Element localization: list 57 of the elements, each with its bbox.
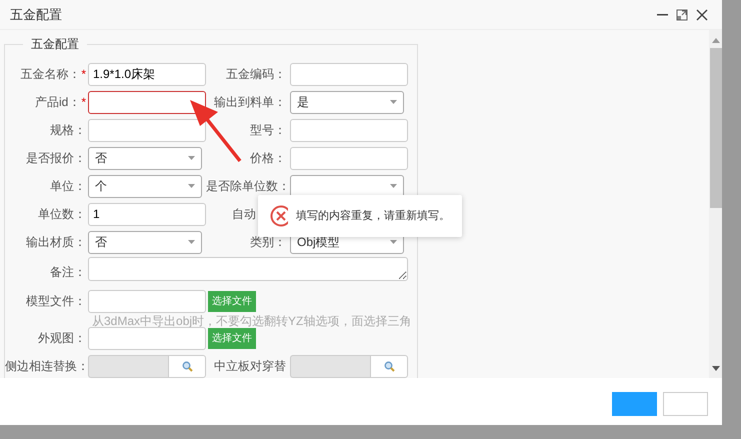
field-label: 输出材质： — [26, 235, 86, 249]
text-field[interactable] — [88, 90, 206, 114]
field-label: 价格： — [250, 151, 286, 165]
field-label: 产品id： — [34, 95, 80, 109]
caret-icon — [390, 100, 397, 104]
field-label: 类别： — [250, 235, 286, 249]
caret-icon — [188, 240, 195, 244]
search-button[interactable] — [370, 354, 408, 378]
required-mark: * — [81, 67, 86, 81]
file-field[interactable] — [88, 290, 206, 312]
field-label: 单位： — [50, 179, 86, 193]
field-label: 备注： — [50, 264, 86, 278]
field-label: 型号： — [250, 123, 286, 137]
dropdown-field[interactable]: 个 — [88, 174, 202, 198]
text-field[interactable]: 1.9*1.0床架 — [88, 62, 206, 86]
caret-icon — [188, 156, 195, 160]
search-icon — [384, 360, 394, 372]
field-label: 中立板对穿替 — [214, 359, 286, 373]
error-message: 填写的内容重复，请重新填写。 — [296, 208, 450, 224]
search-button[interactable] — [168, 354, 206, 378]
field-label: 五金编码： — [226, 67, 286, 81]
fieldset-legend: 五金配置 — [23, 38, 87, 50]
field-label: 侧边相连替换： — [5, 359, 89, 373]
field-label: 单位数： — [38, 207, 86, 221]
field-label: 规格： — [50, 123, 86, 137]
notes-field[interactable] — [88, 257, 408, 281]
scroll-up-icon — [712, 38, 720, 44]
field-label: 五金名称： — [20, 67, 80, 81]
lookup-field[interactable] — [88, 354, 168, 378]
hint-text: 从3dMax中导出obj时，不要勾选翻转YZ轴选项，面选择三角 — [92, 314, 412, 328]
dropdown-field[interactable]: 否 — [88, 146, 202, 170]
close-icon — [696, 8, 708, 20]
field-label: 模型文件： — [26, 294, 86, 308]
minimize-icon — [657, 14, 668, 16]
dropdown-field[interactable]: 是 — [290, 90, 404, 114]
caret-icon — [390, 184, 397, 188]
required-mark: * — [81, 95, 86, 109]
footer-button[interactable] — [612, 392, 657, 416]
window-title: 五金配置 — [10, 6, 63, 24]
field-label: 是否报价： — [26, 151, 86, 165]
field-label: 自动 — [232, 207, 256, 221]
field-label: 输出到料单： — [214, 95, 286, 109]
scroll-down-icon — [712, 366, 720, 372]
scrollbar[interactable] — [709, 30, 722, 378]
text-field[interactable]: 1 — [88, 202, 206, 226]
dropdown-field[interactable]: 否 — [88, 230, 202, 254]
search-icon — [182, 360, 192, 372]
dropdown-field[interactable] — [290, 174, 404, 198]
field-label: 外观图： — [38, 331, 86, 345]
caret-icon — [390, 240, 397, 244]
maximize-icon — [676, 8, 688, 20]
footer-button[interactable] — [663, 392, 708, 416]
file-field[interactable] — [88, 326, 206, 350]
caret-icon — [188, 184, 195, 188]
field-label: 是否除单位数： — [206, 179, 290, 193]
lookup-field[interactable] — [290, 354, 370, 378]
error-icon — [270, 205, 288, 227]
